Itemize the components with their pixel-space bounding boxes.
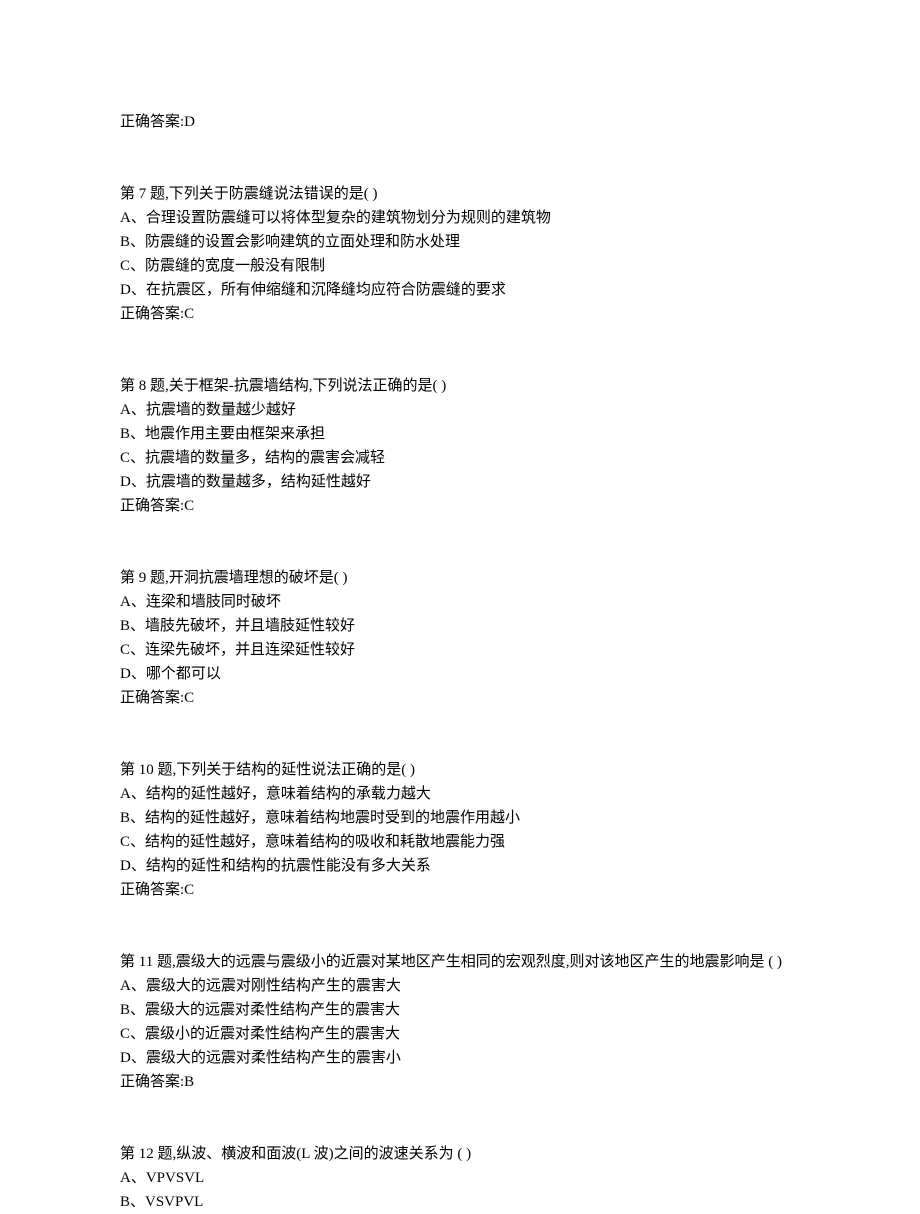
question-12: 第 12 题,纵波、横波和面波(L 波)之间的波速关系为 ( ) A、VPVSV… xyxy=(120,1142,800,1214)
option-a: A、连梁和墙肢同时破坏 xyxy=(120,590,800,614)
option-b: B、结构的延性越好，意味着结构地震时受到的地震作用越小 xyxy=(120,806,800,830)
option-c: C、结构的延性越好，意味着结构的吸收和耗散地震能力强 xyxy=(120,830,800,854)
option-b: B、VSVPVL xyxy=(120,1190,800,1214)
option-b: B、地震作用主要由框架来承担 xyxy=(120,422,800,446)
option-c: C、抗震墙的数量多，结构的震害会减轻 xyxy=(120,446,800,470)
question-9: 第 9 题,开洞抗震墙理想的破坏是( ) A、连梁和墙肢同时破坏 B、墙肢先破坏… xyxy=(120,566,800,710)
answer-text: 正确答案:D xyxy=(120,110,800,134)
answer-text: 正确答案:C xyxy=(120,302,800,326)
option-d: D、哪个都可以 xyxy=(120,662,800,686)
option-d: D、在抗震区，所有伸缩缝和沉降缝均应符合防震缝的要求 xyxy=(120,278,800,302)
option-d: D、震级大的远震对柔性结构产生的震害小 xyxy=(120,1046,800,1070)
question-title: 第 8 题,关于框架-抗震墙结构,下列说法正确的是( ) xyxy=(120,374,800,398)
option-b: B、墙肢先破坏，并且墙肢延性较好 xyxy=(120,614,800,638)
question-8: 第 8 题,关于框架-抗震墙结构,下列说法正确的是( ) A、抗震墙的数量越少越… xyxy=(120,374,800,518)
option-b: B、防震缝的设置会影响建筑的立面处理和防水处理 xyxy=(120,230,800,254)
question-11: 第 11 题,震级大的远震与震级小的近震对某地区产生相同的宏观烈度,则对该地区产… xyxy=(120,950,800,1094)
question-title: 第 10 题,下列关于结构的延性说法正确的是( ) xyxy=(120,758,800,782)
answer-text: 正确答案:B xyxy=(120,1070,800,1094)
option-c: C、连梁先破坏，并且连梁延性较好 xyxy=(120,638,800,662)
option-a: A、合理设置防震缝可以将体型复杂的建筑物划分为规则的建筑物 xyxy=(120,206,800,230)
option-b: B、震级大的远震对柔性结构产生的震害大 xyxy=(120,998,800,1022)
question-title: 第 12 题,纵波、横波和面波(L 波)之间的波速关系为 ( ) xyxy=(120,1142,800,1166)
question-title: 第 9 题,开洞抗震墙理想的破坏是( ) xyxy=(120,566,800,590)
question-7: 第 7 题,下列关于防震缝说法错误的是( ) A、合理设置防震缝可以将体型复杂的… xyxy=(120,182,800,326)
option-c: C、防震缝的宽度一般没有限制 xyxy=(120,254,800,278)
question-10: 第 10 题,下列关于结构的延性说法正确的是( ) A、结构的延性越好，意味着结… xyxy=(120,758,800,902)
option-d: D、抗震墙的数量越多，结构延性越好 xyxy=(120,470,800,494)
question-title: 第 7 题,下列关于防震缝说法错误的是( ) xyxy=(120,182,800,206)
option-d: D、结构的延性和结构的抗震性能没有多大关系 xyxy=(120,854,800,878)
option-a: A、结构的延性越好，意味着结构的承载力越大 xyxy=(120,782,800,806)
question-title: 第 11 题,震级大的远震与震级小的近震对某地区产生相同的宏观烈度,则对该地区产… xyxy=(120,950,800,974)
option-c: C、震级小的近震对柔性结构产生的震害大 xyxy=(120,1022,800,1046)
answer-text: 正确答案:C xyxy=(120,686,800,710)
answer-text: 正确答案:C xyxy=(120,494,800,518)
option-a: A、抗震墙的数量越少越好 xyxy=(120,398,800,422)
option-a: A、震级大的远震对刚性结构产生的震害大 xyxy=(120,974,800,998)
previous-answer-block: 正确答案:D xyxy=(120,110,800,134)
answer-text: 正确答案:C xyxy=(120,878,800,902)
option-a: A、VPVSVL xyxy=(120,1166,800,1190)
